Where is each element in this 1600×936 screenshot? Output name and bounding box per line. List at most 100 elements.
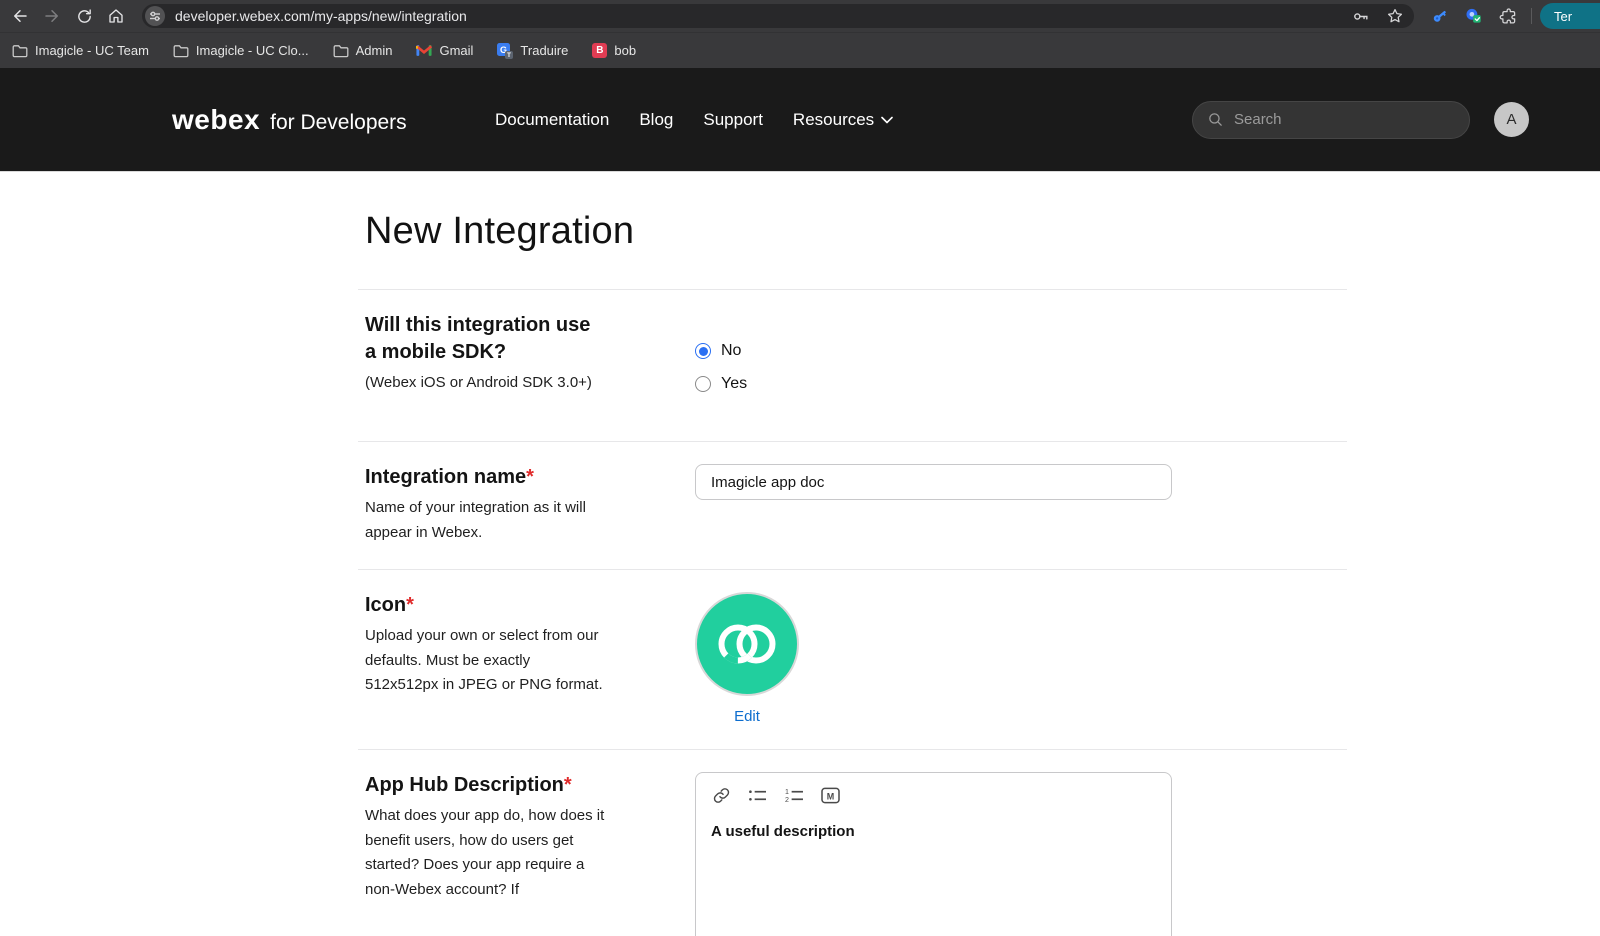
integration-name-input[interactable]: [695, 464, 1172, 500]
bookmark-gmail[interactable]: Gmail: [416, 43, 473, 59]
google-translate-icon: GT: [497, 43, 513, 59]
webex-logo[interactable]: webex for Developers: [172, 104, 407, 136]
forward-icon: [43, 7, 61, 25]
search-icon: [1207, 111, 1224, 128]
bookmark-label: Admin: [356, 43, 393, 58]
nav-resources[interactable]: Resources: [793, 110, 893, 130]
numbered-list-icon: 12: [784, 787, 804, 804]
icon-title: Icon*: [365, 592, 605, 619]
webex-extension-icon[interactable]: [1464, 6, 1484, 26]
home-button[interactable]: [102, 3, 130, 29]
profile-chip[interactable]: Ter: [1540, 3, 1600, 29]
reload-icon: [76, 8, 93, 25]
bookmark-label: Traduire: [520, 43, 568, 58]
logo-primary: webex: [172, 104, 260, 136]
radio-selected-icon[interactable]: [695, 343, 711, 359]
section-integration-name: Integration name* Name of your integrati…: [358, 441, 1347, 569]
puzzle-icon: [1498, 7, 1517, 26]
bookmark-imagicle-uc-team[interactable]: Imagicle - UC Team: [12, 43, 149, 59]
account-avatar[interactable]: A: [1494, 102, 1529, 137]
svg-text:T: T: [507, 52, 511, 59]
required-asterisk: *: [406, 594, 414, 616]
blue-key-icon: [1430, 6, 1450, 26]
bookmark-label: Imagicle - UC Team: [35, 43, 149, 58]
site-header: webex for Developers Documentation Blog …: [0, 68, 1600, 172]
main-nav: Documentation Blog Support Resources: [495, 110, 893, 130]
required-asterisk: *: [526, 466, 534, 488]
home-icon: [107, 7, 125, 25]
page-title: New Integration: [358, 172, 1347, 289]
folder-icon: [333, 43, 349, 59]
chevron-down-icon: [881, 116, 893, 124]
description-editor[interactable]: 12 M A useful description: [695, 772, 1172, 936]
bookmarks-bar: Imagicle - UC Team Imagicle - UC Clo... …: [0, 32, 1600, 68]
extensions-button[interactable]: [1498, 7, 1517, 26]
svg-text:1: 1: [785, 788, 789, 796]
description-text[interactable]: A useful description: [696, 813, 1171, 850]
bookmark-label: Gmail: [439, 43, 473, 58]
svg-text:M: M: [827, 791, 834, 801]
reload-button[interactable]: [70, 3, 98, 29]
folder-icon: [173, 43, 189, 59]
profile-chip-label: Ter: [1554, 9, 1572, 24]
numbered-list-button[interactable]: 12: [784, 787, 804, 804]
extension-logo-icon: [1464, 6, 1484, 26]
search-placeholder: Search: [1234, 111, 1282, 128]
markdown-icon: M: [821, 787, 840, 804]
page-content: New Integration Will this integration us…: [358, 172, 1347, 936]
bullet-list-icon: [748, 787, 767, 804]
bullet-list-button[interactable]: [748, 787, 767, 804]
browser-toolbar: developer.webex.com/my-apps/new/integrat…: [0, 0, 1600, 32]
bookmark-traduire[interactable]: GT Traduire: [497, 43, 568, 59]
folder-icon: [12, 43, 28, 59]
forward-button[interactable]: [38, 3, 66, 29]
logo-secondary: for Developers: [270, 111, 407, 135]
toolbar-separator: [1531, 8, 1532, 24]
url-text[interactable]: developer.webex.com/my-apps/new/integrat…: [175, 8, 1351, 24]
nav-blog[interactable]: Blog: [639, 110, 673, 130]
bookmark-admin[interactable]: Admin: [333, 43, 393, 59]
edit-icon-link[interactable]: Edit: [734, 708, 760, 725]
back-button[interactable]: [6, 3, 34, 29]
integration-name-title: Integration name*: [365, 464, 605, 491]
required-asterisk: *: [564, 774, 572, 796]
password-extension-icon[interactable]: [1430, 6, 1450, 26]
nav-support[interactable]: Support: [703, 110, 763, 130]
link-button[interactable]: [712, 786, 731, 805]
bookmark-star-button[interactable]: [1386, 7, 1404, 25]
radio-unselected-icon[interactable]: [695, 376, 711, 392]
section-icon: Icon* Upload your own or select from our…: [358, 569, 1347, 749]
address-bar[interactable]: developer.webex.com/my-apps/new/integrat…: [142, 4, 1414, 28]
icon-subtitle: Upload your own or select from our defau…: [365, 624, 605, 698]
avatar-letter: A: [1506, 111, 1516, 128]
description-title: App Hub Description*: [365, 772, 605, 799]
description-subtitle: What does your app do, how does it benef…: [365, 804, 605, 902]
gmail-icon: [416, 43, 432, 59]
sdk-radio-yes[interactable]: Yes: [695, 375, 747, 393]
markdown-button[interactable]: M: [821, 787, 840, 804]
key-icon: [1351, 7, 1370, 26]
editor-toolbar: 12 M: [696, 773, 1171, 813]
header-search[interactable]: Search: [1192, 101, 1470, 139]
nav-documentation[interactable]: Documentation: [495, 110, 609, 130]
sdk-radio-no[interactable]: No: [695, 342, 747, 360]
interlocking-circles-icon: [714, 619, 780, 669]
app-icon-preview[interactable]: [695, 592, 799, 696]
bookmark-label: bob: [614, 43, 636, 58]
letter-b-icon: B: [592, 43, 607, 58]
bookmark-imagicle-uc-cloud[interactable]: Imagicle - UC Clo...: [173, 43, 309, 59]
svg-text:2: 2: [785, 796, 789, 804]
link-icon: [712, 786, 731, 805]
sdk-question-subtitle: (Webex iOS or Android SDK 3.0+): [365, 371, 605, 396]
integration-name-subtitle: Name of your integration as it will appe…: [365, 496, 605, 545]
radio-label-no: No: [721, 342, 741, 360]
tune-icon: [149, 10, 161, 22]
sdk-question-title: Will this integration use a mobile SDK?: [365, 312, 605, 366]
star-icon: [1386, 7, 1404, 25]
site-info-button[interactable]: [145, 6, 165, 26]
bookmark-label: Imagicle - UC Clo...: [196, 43, 309, 58]
password-manager-button[interactable]: [1351, 7, 1370, 26]
radio-label-yes: Yes: [721, 375, 747, 393]
bookmark-bob[interactable]: B bob: [592, 43, 636, 58]
section-app-hub-description: App Hub Description* What does your app …: [358, 749, 1347, 936]
